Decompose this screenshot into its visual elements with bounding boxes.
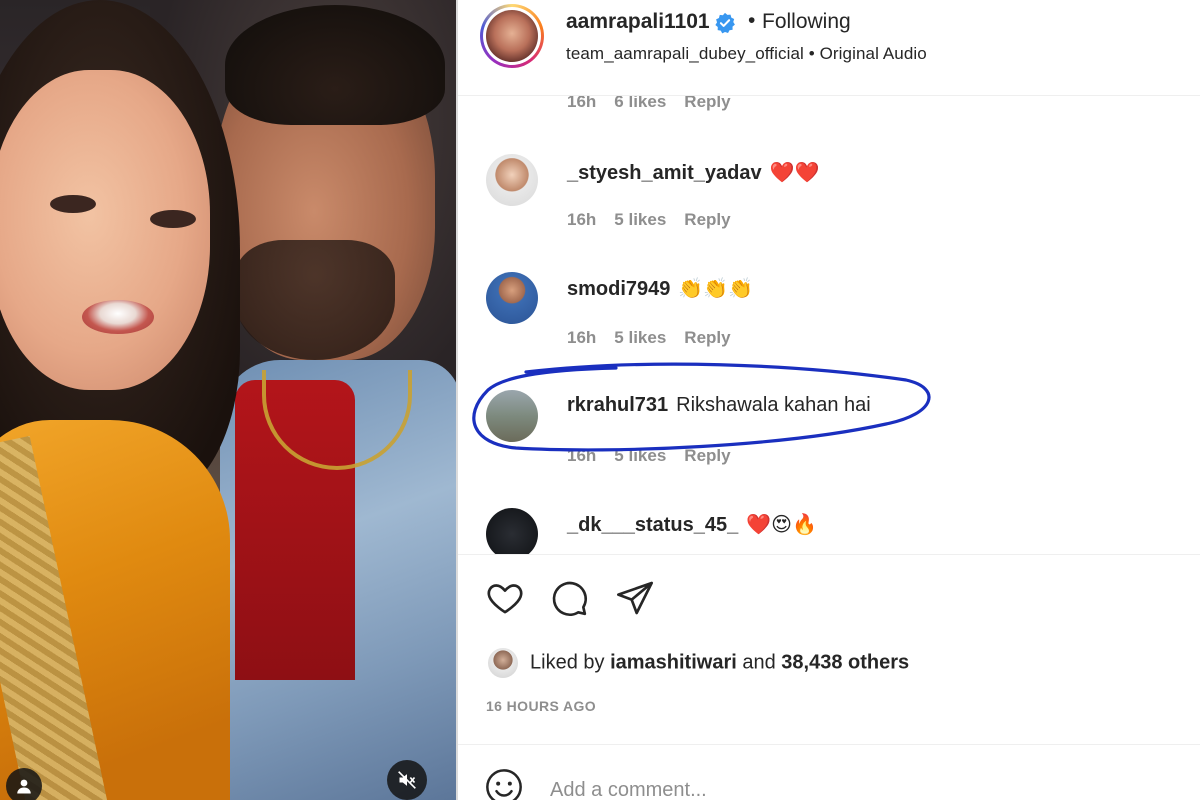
comment-likes[interactable]: 5 likes — [614, 210, 666, 229]
video-woman-eye — [150, 210, 196, 228]
share-button[interactable] — [614, 577, 656, 619]
comment-meta: 16h 5 likes Reply — [567, 446, 749, 466]
comment-text-line: rkrahul731 Rikshawala kahan hai — [567, 394, 871, 417]
audio-line[interactable]: team_aamrapali_dubey_official • Original… — [566, 44, 927, 64]
video-woman-smile — [82, 300, 154, 334]
video-woman-face — [0, 70, 210, 390]
comment-input[interactable] — [550, 773, 1110, 800]
post-timestamp: 16 HOURS AGO — [486, 698, 597, 714]
add-comment-bar — [458, 744, 1200, 800]
comment-body: ❤️😍🔥 — [746, 514, 817, 536]
comment-body: Rikshawala kahan hai — [676, 394, 871, 416]
comment-time: 16h — [567, 210, 597, 229]
video-man-beard — [235, 240, 395, 360]
user-tag-icon — [17, 779, 31, 794]
author-username[interactable]: aamrapali1101 — [566, 10, 710, 34]
comment-likes[interactable]: 5 likes — [614, 446, 666, 465]
comment-text-line: _dk___status_45_ ❤️😍🔥 — [567, 512, 817, 537]
post-side-panel: aamrapali1101 • Following team_aamrapali… — [458, 0, 1200, 800]
liker-avatar — [488, 648, 518, 678]
comment-reply-button[interactable]: Reply — [684, 96, 730, 111]
commenter-avatar[interactable] — [486, 508, 538, 554]
header-separator: • — [748, 9, 756, 32]
comment-meta: 16h 5 likes Reply — [567, 328, 749, 348]
commenter-username[interactable]: _styesh_amit_yadav — [567, 162, 762, 184]
author-avatar[interactable] — [480, 4, 544, 68]
comment-icon — [552, 581, 587, 616]
likes-others[interactable]: 38,438 others — [781, 651, 909, 673]
share-icon — [617, 581, 653, 615]
heart-icon — [487, 584, 523, 614]
comment-body: 👏👏👏 — [678, 278, 754, 300]
commenter-username[interactable]: _dk___status_45_ — [567, 514, 738, 536]
commenter-avatar[interactable] — [486, 154, 538, 206]
video-man-hair — [225, 5, 445, 125]
comment-text-line: _styesh_amit_yadav ❤️❤️ — [567, 160, 819, 185]
likes-summary[interactable]: Liked by iamashitiwari and 38,438 others — [488, 648, 909, 678]
comment-time: 16h — [567, 96, 597, 111]
comment-reply-button[interactable]: Reply — [684, 328, 730, 347]
comment-likes[interactable]: 5 likes — [614, 328, 666, 347]
liker-username[interactable]: iamashitiwari — [610, 651, 737, 673]
likes-connector: and — [742, 651, 776, 674]
video-woman-eye — [50, 195, 96, 213]
comment-reply-button[interactable]: Reply — [684, 446, 730, 465]
comment-likes[interactable]: 6 likes — [614, 96, 666, 111]
comment-item: _dk___status_45_ ❤️😍🔥 — [458, 506, 1200, 554]
mute-icon — [398, 771, 416, 789]
emoji-icon[interactable] — [484, 767, 524, 800]
comment-reply-button[interactable]: Reply — [684, 210, 730, 229]
commenter-username[interactable]: smodi7949 — [567, 278, 670, 300]
comment-text-line: smodi7949 👏👏👏 — [567, 276, 753, 301]
comment-time: 16h — [567, 446, 597, 465]
verified-badge-icon — [715, 12, 735, 34]
commenter-avatar[interactable] — [486, 390, 538, 442]
comment-meta: 16h 6 likes Reply — [567, 96, 749, 112]
mute-button[interactable] — [387, 760, 427, 800]
likes-prefix: Liked by — [530, 651, 605, 674]
following-button[interactable]: Following — [762, 10, 851, 34]
comment-button[interactable] — [548, 577, 590, 619]
post-header: aamrapali1101 • Following team_aamrapali… — [458, 0, 1200, 96]
user-tag-button[interactable] — [6, 768, 42, 800]
comment-time: 16h — [567, 328, 597, 347]
comment-meta: 16h 5 likes Reply — [567, 210, 749, 230]
like-button[interactable] — [484, 577, 526, 619]
post-video[interactable] — [0, 0, 456, 800]
commenter-avatar[interactable] — [486, 272, 538, 324]
comment-body: ❤️❤️ — [769, 162, 820, 184]
comments-list[interactable]: 16h 6 likes Reply _styesh_amit_yadav ❤️❤️ 1… — [458, 96, 1200, 554]
commenter-username[interactable]: rkrahul731 — [567, 394, 668, 416]
